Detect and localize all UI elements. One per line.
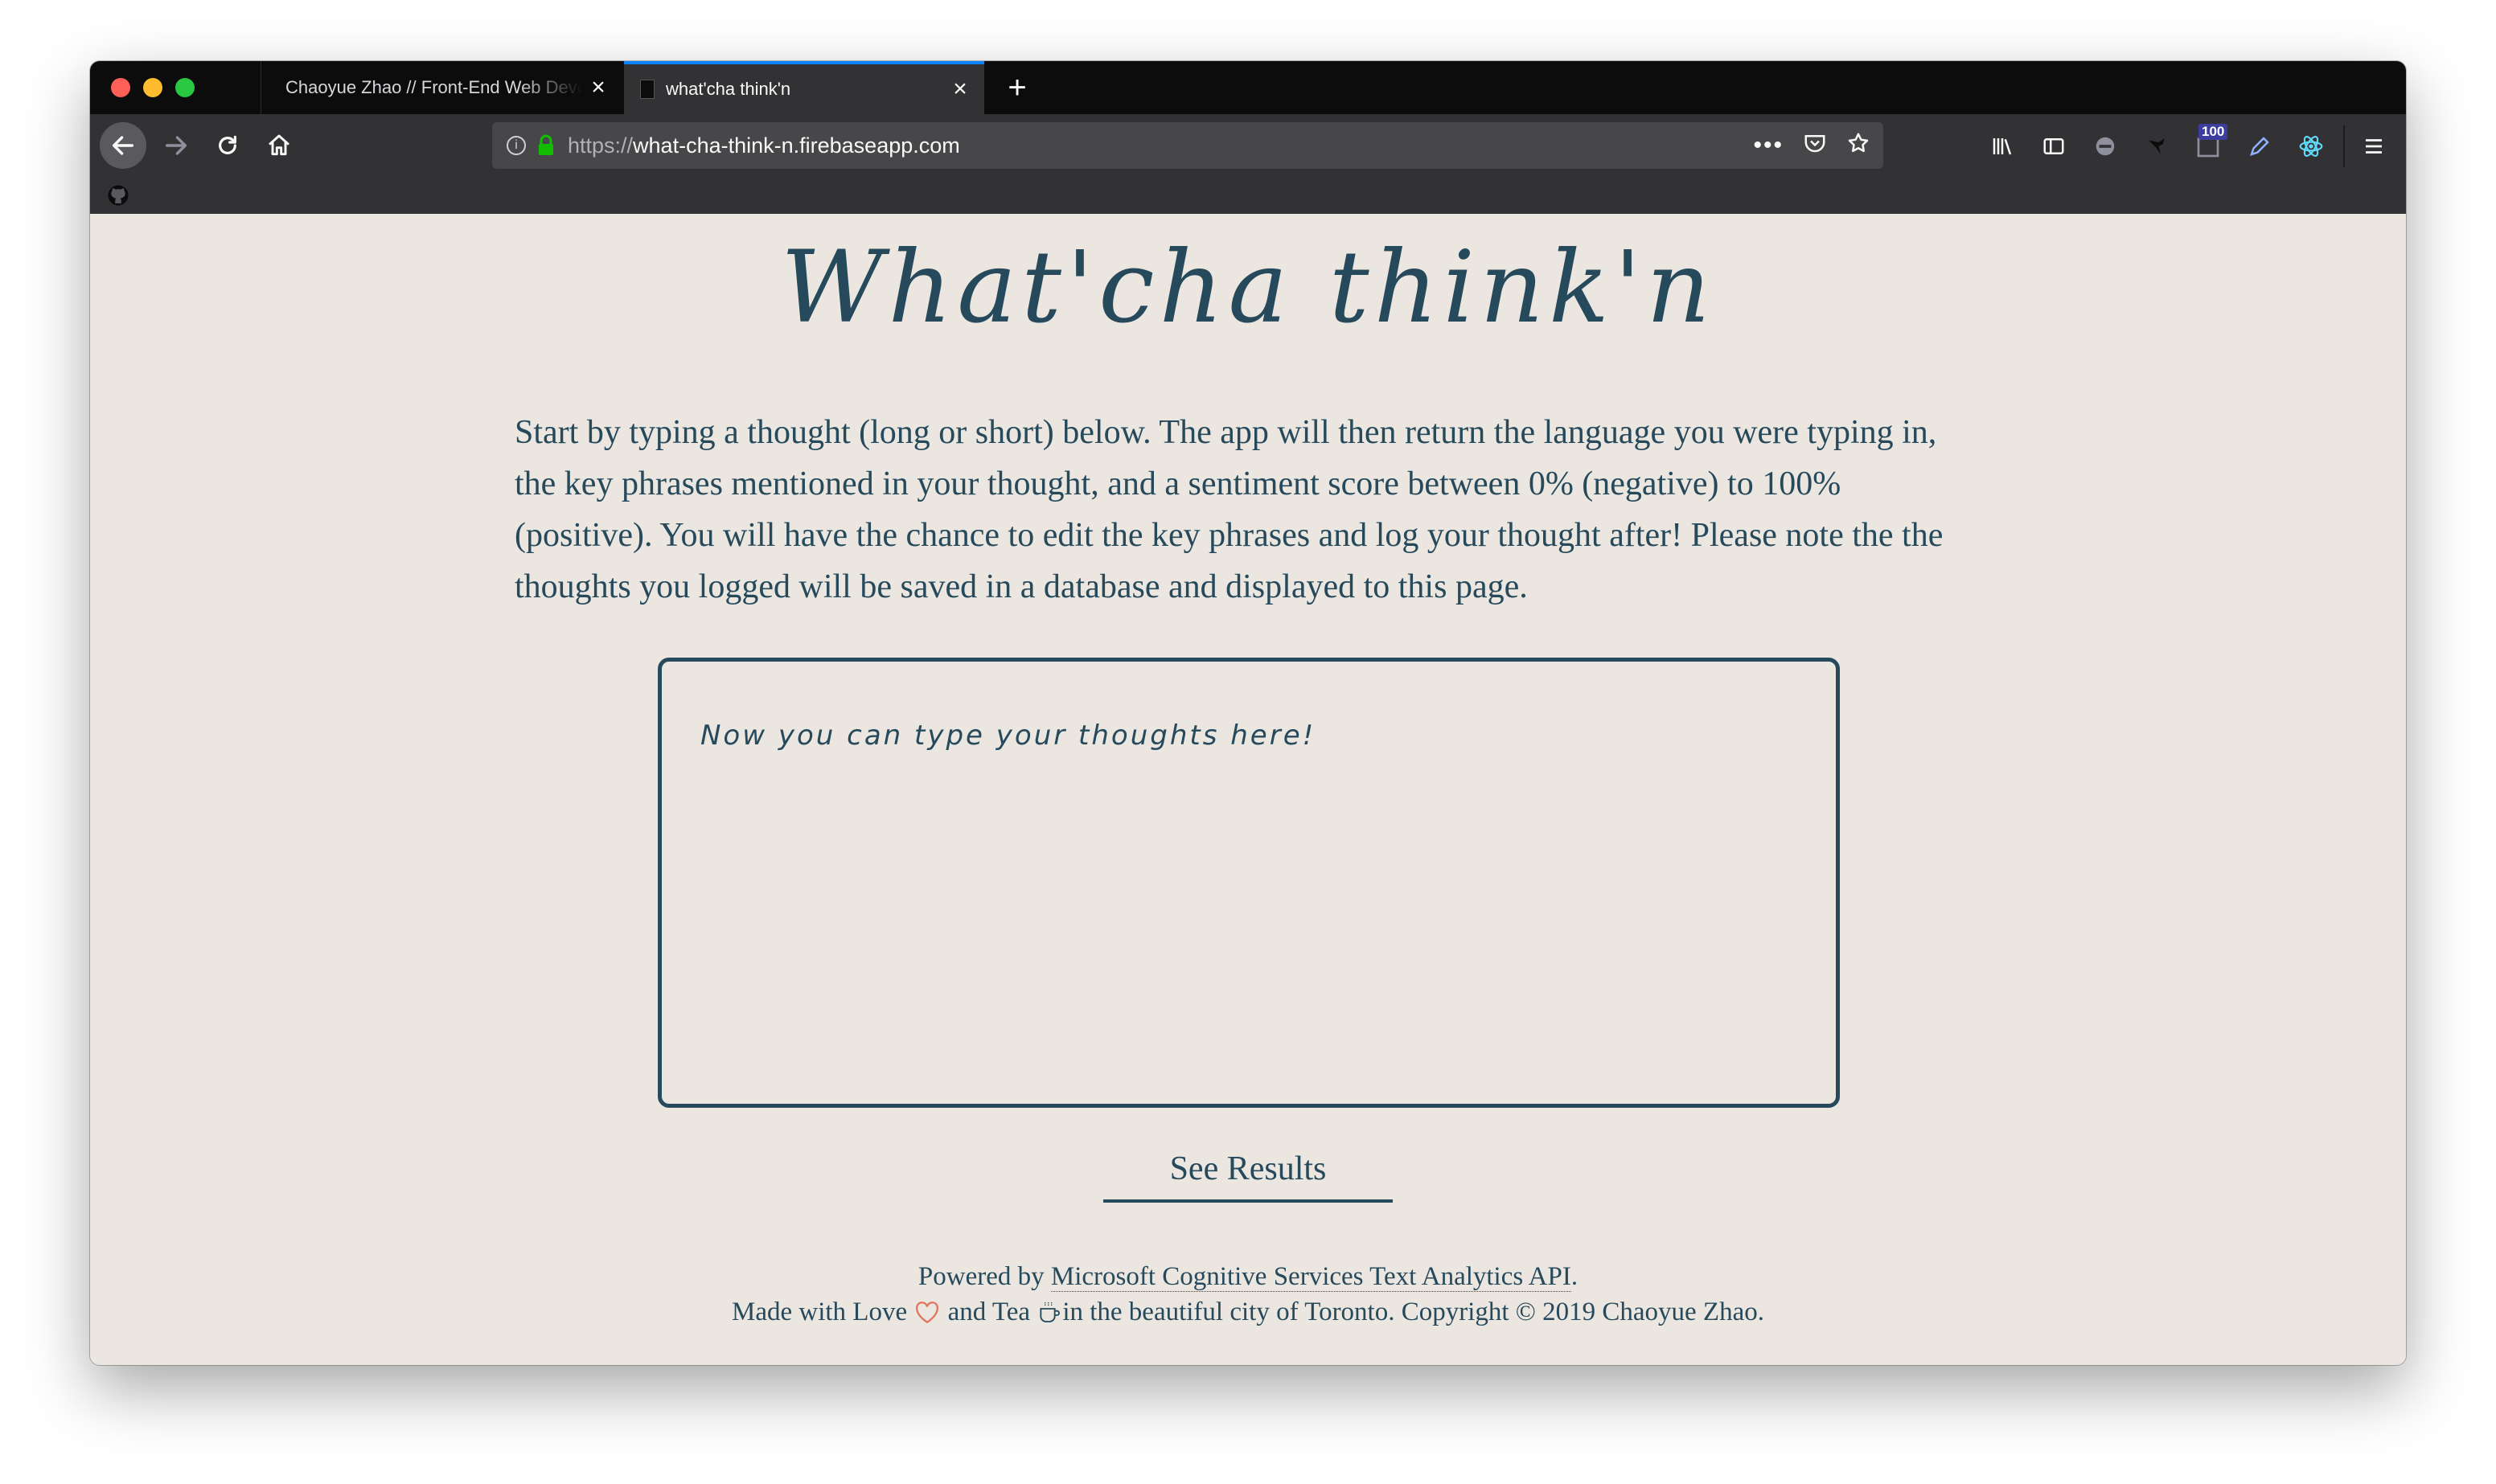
navigation-toolbar: i https://what-cha-think-n.firebaseapp.c…	[90, 114, 2406, 177]
github-icon[interactable]	[106, 183, 130, 211]
see-results-button[interactable]: See Results	[1103, 1150, 1393, 1203]
page-title: What'cha think'n	[780, 230, 1716, 346]
tea-cup-icon	[1037, 1299, 1062, 1325]
url-host: what-cha-think-n.firebaseapp.com	[633, 133, 960, 158]
react-devtools-icon[interactable]	[2297, 132, 2326, 161]
url-bar[interactable]: i https://what-cha-think-n.firebaseapp.c…	[492, 122, 1883, 169]
intro-paragraph: Start by typing a thought (long or short…	[515, 414, 1944, 605]
close-icon[interactable]: ×	[582, 72, 614, 104]
home-icon[interactable]	[256, 122, 302, 169]
thought-input-placeholder: Now you can type your thoughts here!	[700, 719, 1316, 752]
back-arrow-icon[interactable]	[100, 122, 146, 169]
footer: Powered by Microsoft Cognitive Services …	[90, 1259, 2406, 1330]
bird-extension-icon[interactable]	[2142, 132, 2171, 161]
tab-title: what'cha think'n	[666, 79, 791, 99]
pen-icon[interactable]	[2245, 132, 2274, 161]
block-extension-icon[interactable]	[2091, 132, 2120, 161]
forward-arrow-icon[interactable]	[153, 122, 199, 169]
url-scheme: https://	[568, 133, 634, 158]
footer-copyright-text: in the beautiful city of Toronto. Copyri…	[1062, 1297, 1764, 1326]
zoom-window-button[interactable]	[175, 78, 195, 97]
bookmark-star-icon[interactable]	[1846, 131, 1870, 161]
page-actions-icon[interactable]: •••	[1753, 132, 1784, 159]
url-text: https://what-cha-think-n.firebaseapp.com	[568, 133, 960, 158]
thought-input[interactable]: Now you can type your thoughts here!	[658, 658, 1840, 1108]
close-window-button[interactable]	[111, 78, 130, 97]
hamburger-menu-icon[interactable]	[2359, 132, 2388, 161]
badge-count: 100	[2198, 124, 2228, 140]
library-icon[interactable]	[1988, 132, 2017, 161]
info-icon[interactable]: i	[507, 136, 526, 155]
heart-icon	[913, 1299, 941, 1325]
text-analytics-api-link[interactable]: Microsoft Cognitive Services Text Analyt…	[1050, 1262, 1571, 1292]
sidebar-icon[interactable]	[2039, 132, 2068, 161]
close-icon[interactable]: ×	[944, 73, 976, 105]
chart-extension-icon[interactable]: 100	[2194, 124, 2228, 161]
page-content: What'cha think'n Start by typing a thoug…	[90, 214, 2406, 1365]
tab-strip: Chaoyue Zhao // Front-End Web Developer …	[90, 61, 2406, 114]
reload-icon[interactable]	[204, 122, 251, 169]
lock-icon[interactable]	[537, 134, 555, 157]
and-tea-text: and Tea	[947, 1297, 1031, 1326]
pocket-icon[interactable]	[1803, 131, 1827, 161]
tab-whatcha-thinkn[interactable]: what'cha think'n ×	[624, 61, 984, 114]
powered-by-text: Powered by	[918, 1262, 1045, 1291]
tab-portfolio[interactable]: Chaoyue Zhao // Front-End Web Developer …	[261, 61, 622, 114]
favicon-icon	[640, 80, 655, 99]
tab-title: Chaoyue Zhao // Front-End Web Developer	[285, 77, 582, 97]
new-tab-plus-icon[interactable]: +	[997, 68, 1037, 108]
minimize-window-button[interactable]	[143, 78, 162, 97]
footer-made-line: Made with Love and Tea in the beautiful …	[90, 1294, 2406, 1330]
toolbar-divider	[2343, 125, 2345, 167]
bookmarks-toolbar	[90, 177, 2406, 214]
browser-window: Chaoyue Zhao // Front-End Web Developer …	[90, 61, 2406, 1365]
made-with-love-text: Made with Love	[732, 1297, 908, 1326]
powered-suffix: .	[1570, 1262, 1578, 1291]
footer-powered-line: Powered by Microsoft Cognitive Services …	[90, 1259, 2406, 1294]
